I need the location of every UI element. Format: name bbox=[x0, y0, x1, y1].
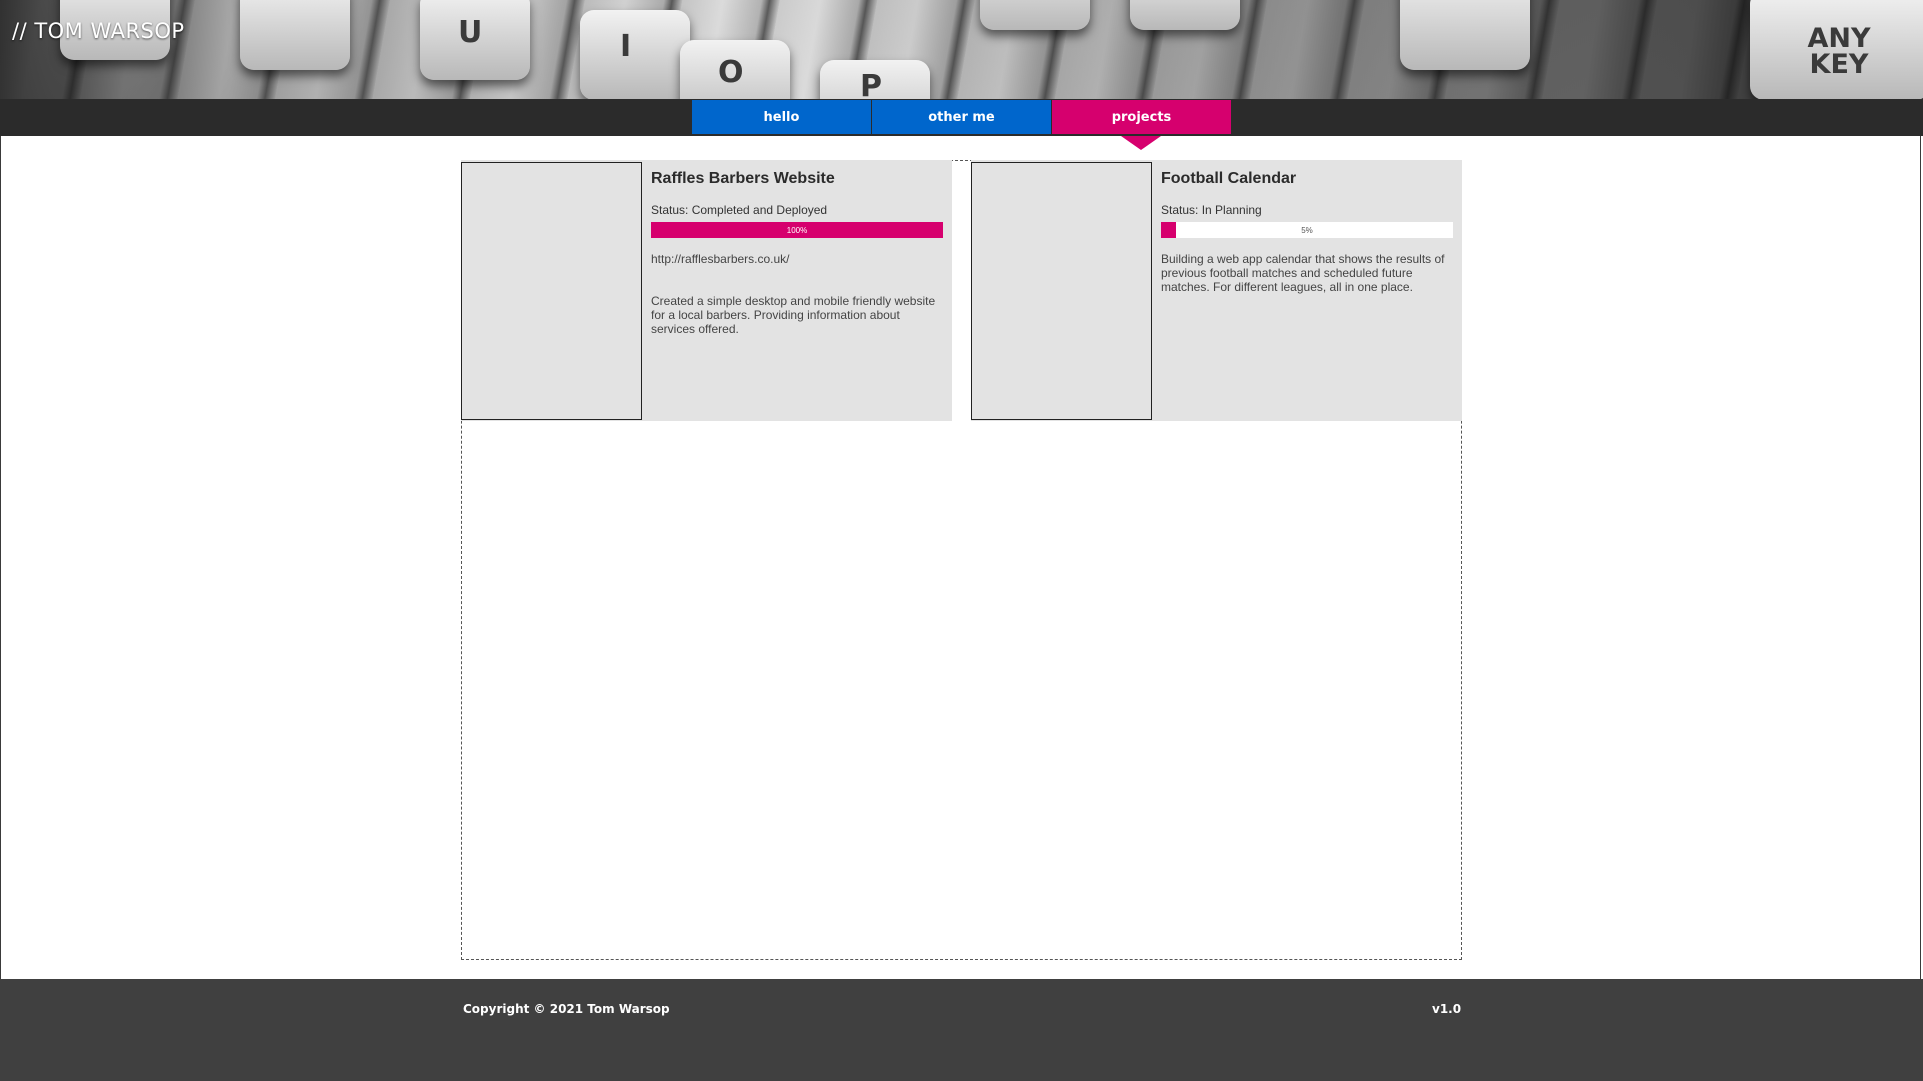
tab-label: projects bbox=[1111, 109, 1172, 125]
progress-bar: 5% bbox=[1161, 222, 1453, 238]
project-title: Football Calendar bbox=[1161, 170, 1297, 187]
tab-hello[interactable]: hello bbox=[692, 100, 871, 134]
key-letter: I bbox=[620, 29, 632, 64]
keyboard-key-image: I bbox=[580, 10, 690, 99]
keyboard-key-image: ANY KEY bbox=[1750, 0, 1923, 99]
keyboard-key-image: O bbox=[680, 40, 790, 99]
footer-copyright: Copyright © 2021 Tom Warsop bbox=[463, 1002, 670, 1016]
project-status: Status: Completed and Deployed bbox=[651, 203, 828, 217]
key-letter: O bbox=[718, 55, 744, 90]
progress-label: 100% bbox=[786, 225, 808, 235]
project-thumbnail bbox=[971, 162, 1152, 420]
footer-version: v1.0 bbox=[1432, 1002, 1462, 1016]
project-status: Status: In Planning bbox=[1161, 203, 1262, 217]
project-info: Football Calendar Status: In Planning 5%… bbox=[1161, 160, 1453, 294]
header-banner: U I O P ANY KEY // TOM WARSOP bbox=[0, 0, 1923, 99]
project-title: Raffles Barbers Website bbox=[651, 170, 835, 187]
keyboard-key-image: P bbox=[820, 60, 930, 99]
project-card: Raffles Barbers Website Status: Complete… bbox=[461, 160, 952, 421]
project-link[interactable]: http://rafflesbarbers.co.uk/ bbox=[651, 252, 943, 266]
project-thumbnail bbox=[461, 162, 642, 420]
keyboard-key-image bbox=[1130, 0, 1240, 30]
tab-other-me[interactable]: other me bbox=[872, 100, 1051, 134]
keyboard-key-image: U bbox=[420, 0, 530, 80]
keyboard-key-image bbox=[240, 0, 350, 70]
keyboard-key-image bbox=[980, 0, 1090, 30]
tab-label: hello bbox=[763, 109, 800, 125]
tab-projects[interactable]: projects bbox=[1052, 100, 1231, 134]
site-title: // TOM WARSOP bbox=[12, 19, 185, 43]
progress-label: 5% bbox=[1301, 225, 1313, 235]
project-description: Building a web app calendar that shows t… bbox=[1161, 252, 1445, 294]
footer: Copyright © 2021 Tom Warsop v1.0 bbox=[0, 979, 1923, 1081]
key-letter: ANY KEY bbox=[1807, 23, 1871, 80]
key-letter: P bbox=[860, 69, 882, 100]
nav-bar: hello other me projects bbox=[0, 99, 1923, 136]
key-letter: U bbox=[458, 15, 483, 50]
project-info: Raffles Barbers Website Status: Complete… bbox=[651, 160, 943, 336]
project-description: Created a simple desktop and mobile frie… bbox=[651, 294, 936, 336]
project-card: Football Calendar Status: In Planning 5%… bbox=[971, 160, 1462, 421]
progress-bar: 100% bbox=[651, 222, 943, 238]
keyboard-key-image bbox=[1400, 0, 1530, 70]
tab-label: other me bbox=[928, 109, 995, 125]
